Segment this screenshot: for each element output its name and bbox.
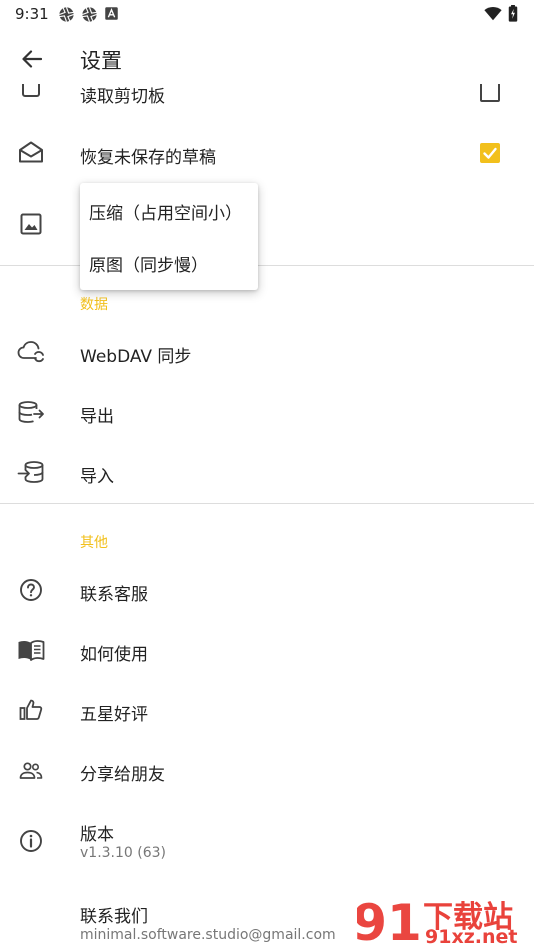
page-title: 设置 (80, 49, 122, 73)
wifi-icon (484, 7, 502, 21)
contact-email: minimal.software.studio@gmail.com (80, 927, 336, 943)
version-row: 版本 v1.3.10 (63) (0, 808, 534, 874)
database-export-icon (17, 398, 45, 426)
restore-drafts-label: 恢复未保存的草稿 (80, 148, 216, 168)
menu-item-compressed[interactable]: 压缩（占用空间小） (80, 185, 258, 237)
restore-drafts-checkbox[interactable] (480, 143, 500, 163)
contact-us-label: 联系我们 (80, 907, 148, 927)
other-section-header: 其他 (80, 535, 108, 551)
five-star-review-row[interactable]: 五星好评 (0, 680, 534, 740)
menu-item-original[interactable]: 原图（同步慢） (80, 237, 258, 289)
import-label: 导入 (80, 467, 114, 487)
restore-drafts-row[interactable]: 恢复未保存的草稿 (0, 123, 534, 183)
share-friends-label: 分享给朋友 (80, 765, 165, 785)
read-clipboard-label: 读取剪切板 (80, 87, 165, 107)
svg-text:91: 91 (357, 894, 422, 950)
webdav-sync-label: WebDAV 同步 (80, 347, 192, 367)
divider (0, 503, 534, 504)
how-to-use-label: 如何使用 (80, 645, 148, 665)
image-icon (17, 210, 45, 238)
people-icon (17, 757, 45, 785)
status-bar: 9:31 (0, 0, 534, 28)
version-label: 版本 (80, 825, 114, 845)
battery-charging-icon (508, 5, 518, 22)
database-import-icon (17, 458, 45, 486)
font-a-icon (105, 7, 118, 20)
book-open-icon (17, 636, 45, 664)
webdav-sync-row[interactable]: WebDAV 同步 (0, 322, 534, 382)
share-friends-row[interactable]: 分享给朋友 (0, 740, 534, 800)
aperture-icon (59, 7, 74, 22)
thumb-up-icon (17, 696, 45, 724)
five-star-review-label: 五星好评 (80, 705, 148, 725)
read-clipboard-checkbox[interactable] (480, 84, 500, 102)
app-bar: 设置 (0, 36, 534, 82)
data-section-header: 数据 (80, 297, 108, 313)
info-circle-icon (17, 827, 45, 855)
status-notification-icons (58, 6, 119, 23)
image-quality-menu: 压缩（占用空间小） 原图（同步慢） (80, 183, 258, 290)
mail-open-icon (17, 138, 45, 166)
status-time: 9:31 (15, 5, 49, 23)
how-to-use-row[interactable]: 如何使用 (0, 620, 534, 680)
watermark: 91 下载站 91xz.net (357, 888, 532, 950)
customer-service-row[interactable]: 联系客服 (0, 560, 534, 620)
watermark-text-url: 91xz.net (425, 926, 518, 948)
status-system-icons (484, 5, 518, 22)
version-value: v1.3.10 (63) (80, 845, 167, 861)
arrow-back-icon (22, 50, 42, 68)
import-row[interactable]: 导入 (0, 442, 534, 502)
export-row[interactable]: 导出 (0, 382, 534, 442)
check-icon (483, 147, 497, 159)
help-circle-icon (17, 576, 45, 604)
back-button[interactable] (18, 46, 46, 72)
export-label: 导出 (80, 407, 114, 427)
aperture-icon (82, 7, 97, 22)
cloud-sync-icon (17, 338, 45, 366)
customer-service-label: 联系客服 (80, 585, 148, 605)
